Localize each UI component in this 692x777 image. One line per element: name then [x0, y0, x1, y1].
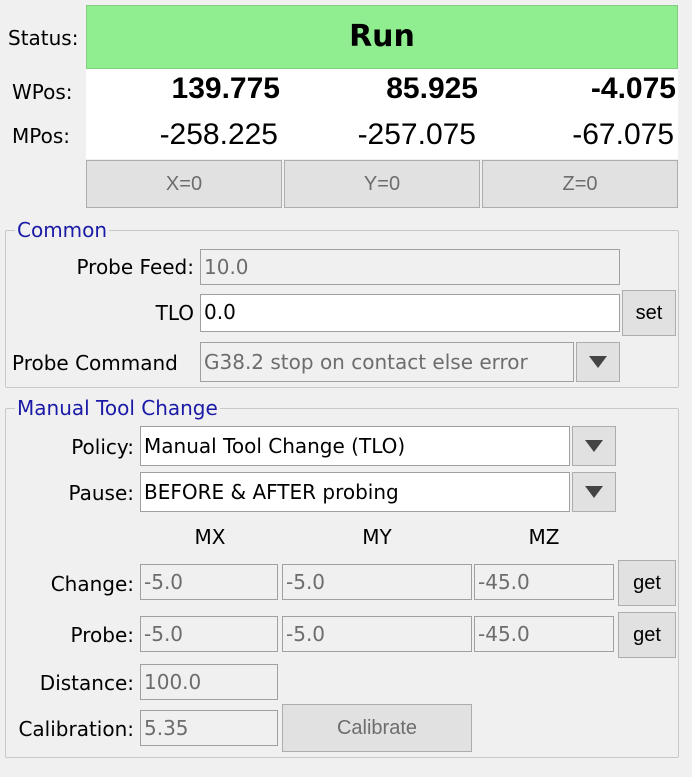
policy-dropdown-button[interactable] [572, 426, 616, 466]
common-title: Common [15, 218, 110, 242]
pause-select[interactable]: BEFORE & AFTER probing [140, 472, 570, 512]
calibrate-button[interactable]: Calibrate [282, 704, 472, 752]
zero-x-button[interactable]: X=0 [86, 160, 282, 208]
col-header-mx: MX [194, 525, 226, 549]
probe-command-label: Probe Command [12, 351, 178, 375]
policy-label: Policy: [71, 435, 134, 459]
pause-label: Pause: [68, 481, 134, 505]
mpos-z: -67.075 [572, 118, 674, 151]
probe-command-dropdown-button[interactable] [576, 342, 620, 382]
distance-field[interactable]: 100.0 [140, 664, 278, 700]
tlo-field[interactable]: 0.0 [200, 294, 620, 332]
chevron-down-icon [589, 356, 607, 368]
calibration-field[interactable]: 5.35 [140, 710, 278, 746]
policy-select[interactable]: Manual Tool Change (TLO) [140, 426, 570, 466]
probe-mx-field[interactable]: -5.0 [140, 616, 278, 652]
probe-command-select[interactable]: G38.2 stop on contact else error [200, 342, 574, 382]
tlo-label: TLO [155, 301, 194, 325]
manual-tool-change-title: Manual Tool Change [15, 396, 220, 420]
status-label: Status: [8, 26, 79, 50]
wpos-x: 139.775 [171, 72, 280, 105]
probe-get-button[interactable]: get [618, 612, 676, 658]
col-header-my: MY [362, 525, 392, 549]
zero-z-button[interactable]: Z=0 [482, 160, 678, 208]
chevron-down-icon [585, 440, 603, 452]
zero-y-button[interactable]: Y=0 [284, 160, 480, 208]
wpos-z: -4.075 [590, 72, 676, 105]
mpos-label: MPos: [12, 124, 70, 148]
change-label: Change: [50, 572, 134, 596]
probe-label: Probe: [70, 623, 134, 647]
change-mx-field[interactable]: -5.0 [140, 564, 278, 600]
status-value: Run [86, 5, 678, 69]
distance-label: Distance: [39, 671, 134, 695]
calibration-label: Calibration: [18, 717, 134, 741]
change-mz-field[interactable]: -45.0 [474, 564, 614, 600]
probe-mz-field[interactable]: -45.0 [474, 616, 614, 652]
probe-my-field[interactable]: -5.0 [282, 616, 472, 652]
pause-dropdown-button[interactable] [572, 472, 616, 512]
col-header-mz: MZ [528, 525, 560, 549]
tlo-set-button[interactable]: set [622, 290, 676, 336]
wpos-label: WPos: [12, 80, 73, 104]
probe-feed-field[interactable]: 10.0 [200, 249, 620, 285]
chevron-down-icon [585, 486, 603, 498]
mpos-x: -258.225 [159, 118, 278, 151]
probe-feed-label: Probe Feed: [76, 255, 194, 279]
change-my-field[interactable]: -5.0 [282, 564, 472, 600]
change-get-button[interactable]: get [618, 560, 676, 606]
mpos-y: -257.075 [357, 118, 476, 151]
wpos-y: 85.925 [386, 72, 478, 105]
